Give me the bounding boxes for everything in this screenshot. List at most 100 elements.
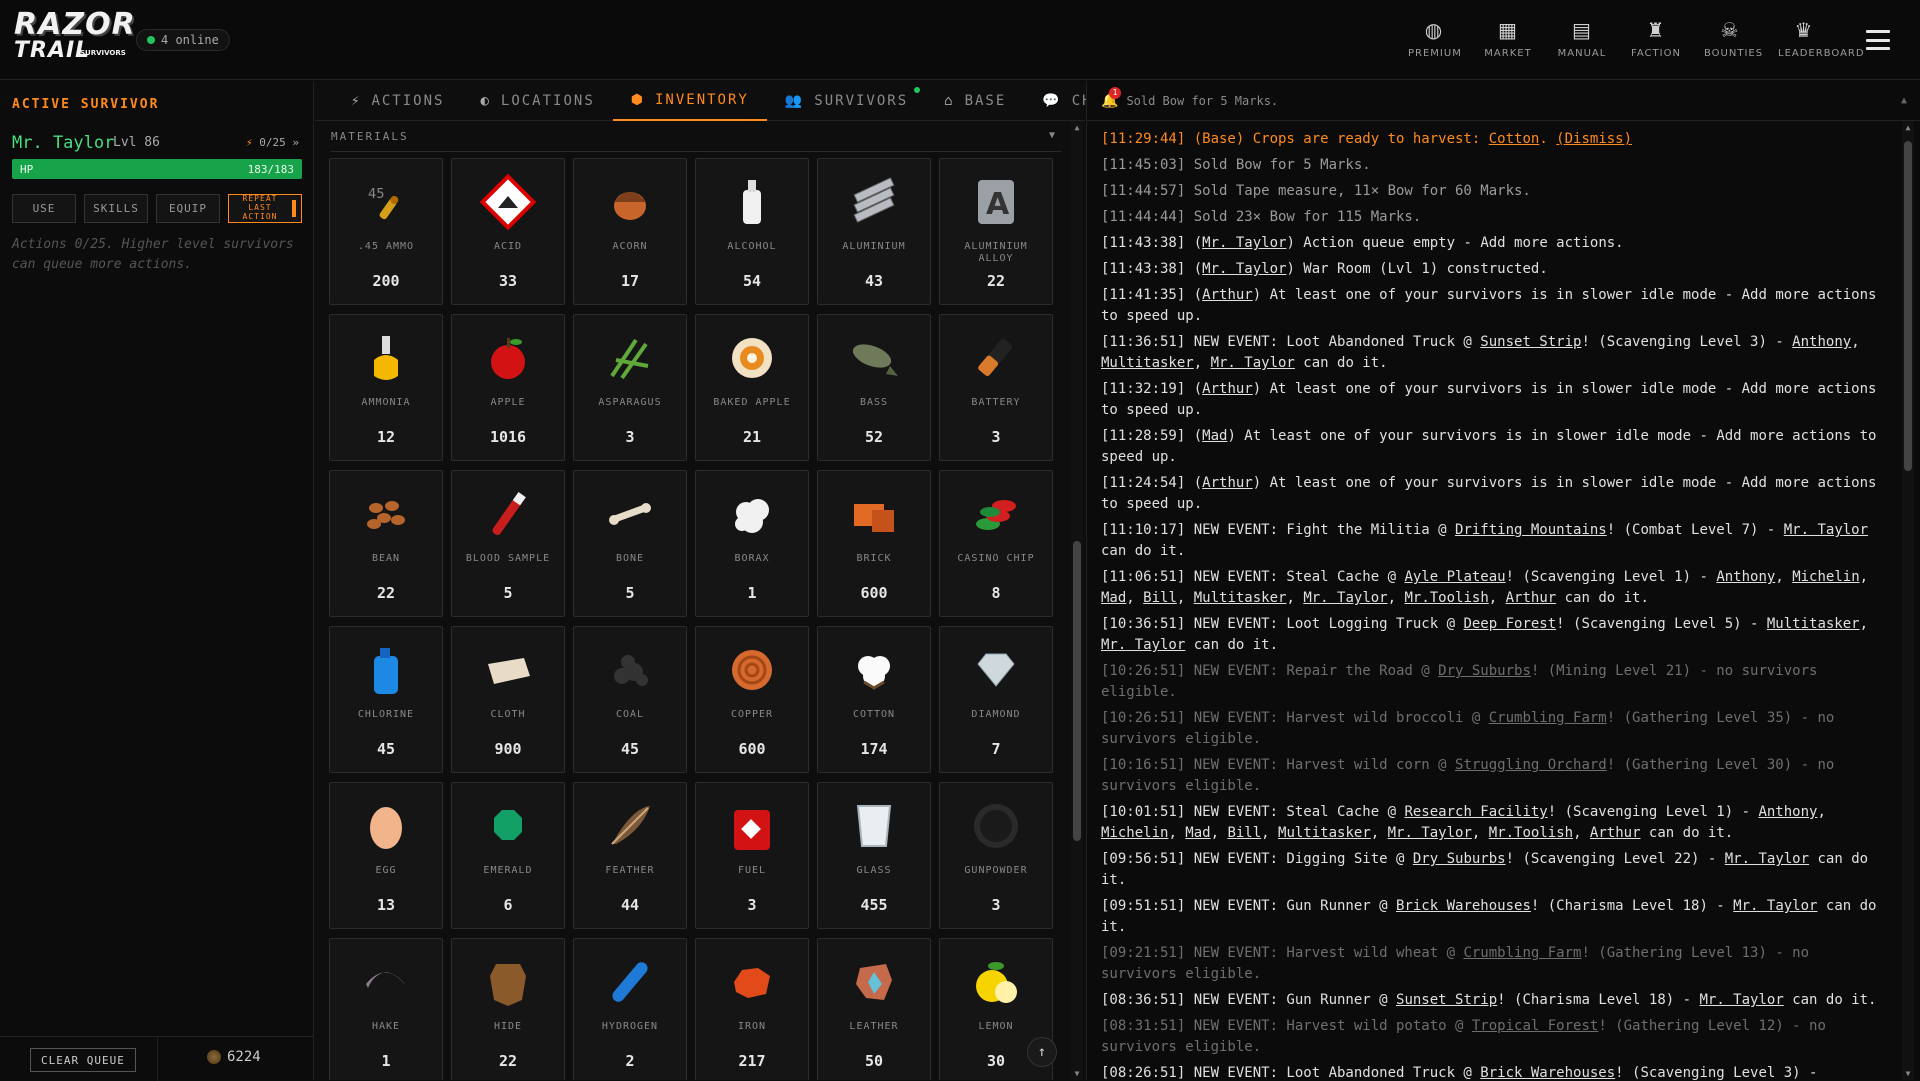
log-link[interactable]: Mad: [1101, 590, 1126, 606]
inventory-item[interactable]: BEAN 22: [329, 470, 443, 617]
inventory-item[interactable]: COTTON 174: [817, 626, 931, 773]
inventory-item[interactable]: CHLORINE 45: [329, 626, 443, 773]
log-link[interactable]: Anthony: [1716, 569, 1775, 585]
inventory-item[interactable]: BATTERY 3: [939, 314, 1053, 461]
log-link[interactable]: Multitasker: [1767, 616, 1860, 632]
inventory-item[interactable]: HIDE 22: [451, 938, 565, 1080]
inventory-item[interactable]: ACORN 17: [573, 158, 687, 305]
log-link[interactable]: Brick Warehouses: [1396, 898, 1531, 914]
inventory-item[interactable]: IRON 217: [695, 938, 809, 1080]
log-link[interactable]: Struggling Orchard: [1455, 757, 1607, 773]
inventory-item[interactable]: ASPARAGUS 3: [573, 314, 687, 461]
log-link[interactable]: Bill: [1227, 825, 1261, 841]
tab-locations[interactable]: ◐ LOCATIONS: [462, 81, 612, 121]
log-link[interactable]: Crumbling Farm: [1463, 945, 1581, 961]
log-link[interactable]: Research Facility: [1404, 804, 1547, 820]
inventory-item[interactable]: COPPER 600: [695, 626, 809, 773]
inventory-item[interactable]: BASS 52: [817, 314, 931, 461]
inventory-item[interactable]: GUNPOWDER 3: [939, 782, 1053, 929]
skills-button[interactable]: SKILLS: [84, 194, 148, 223]
inventory-item[interactable]: BORAX 1: [695, 470, 809, 617]
log-scroll-thumb[interactable]: [1904, 141, 1912, 471]
log-link[interactable]: Arthur: [1202, 287, 1253, 303]
inventory-item[interactable]: HYDROGEN 2: [573, 938, 687, 1080]
inventory-item[interactable]: ALUMINIUM 43: [817, 158, 931, 305]
inventory-item[interactable]: ALCOHOL 54: [695, 158, 809, 305]
inventory-item[interactable]: BLOOD SAMPLE 5: [451, 470, 565, 617]
inventory-item[interactable]: FUEL 3: [695, 782, 809, 929]
scroll-down-icon[interactable]: ▼: [1071, 1069, 1083, 1078]
log-link[interactable]: Mr. Taylor: [1211, 355, 1295, 371]
inventory-item[interactable]: CASINO CHIP 8: [939, 470, 1053, 617]
nav-premium[interactable]: ◍ PREMIUM: [1408, 18, 1461, 59]
log-link[interactable]: Mr.Toolish: [1404, 590, 1488, 606]
nav-bounties[interactable]: ☠ BOUNTIES: [1704, 18, 1762, 59]
inventory-item[interactable]: EGG 13: [329, 782, 443, 929]
materials-section-header[interactable]: MATERIALS ▼: [331, 130, 1061, 152]
log-link[interactable]: Multitasker: [1194, 590, 1287, 606]
inventory-item[interactable]: LEATHER 50: [817, 938, 931, 1080]
log-link[interactable]: Multitasker: [1101, 355, 1194, 371]
log-link[interactable]: Sunset Strip: [1396, 992, 1497, 1008]
log-link[interactable]: Dry Suburbs: [1438, 663, 1531, 679]
inventory-item[interactable]: A ALUMINIUM ALLOY 22: [939, 158, 1053, 305]
tab-inventory[interactable]: ⬢ INVENTORY: [612, 81, 767, 121]
equip-button[interactable]: EQUIP: [156, 194, 220, 223]
log-link[interactable]: (Dismiss): [1556, 131, 1632, 147]
bell-icon[interactable]: 🔔 1: [1101, 86, 1121, 109]
log-link[interactable]: Multitasker: [1278, 825, 1371, 841]
repeat-last-action-button[interactable]: REPEAT LAST ACTION: [228, 194, 302, 223]
nav-manual[interactable]: ▤ MANUAL: [1556, 18, 1608, 59]
tab-survivors[interactable]: 👥 SURVIVORS: [767, 81, 926, 121]
log-link[interactable]: Arthur: [1202, 381, 1253, 397]
notification-bar[interactable]: 🔔 1 Sold Bow for 5 Marks. ▲: [1087, 81, 1920, 121]
inventory-item[interactable]: COAL 45: [573, 626, 687, 773]
inventory-item[interactable]: BAKED APPLE 21: [695, 314, 809, 461]
log-link[interactable]: Mad: [1202, 428, 1227, 444]
log-link[interactable]: Deep Forest: [1463, 616, 1556, 632]
inventory-item[interactable]: DIAMOND 7: [939, 626, 1053, 773]
scroll-thumb[interactable]: [1073, 541, 1081, 841]
log-link[interactable]: Cotton: [1489, 131, 1540, 147]
log-link[interactable]: Tropical Forest: [1472, 1018, 1598, 1034]
log-scrollbar[interactable]: ▲ ▼: [1902, 121, 1914, 1080]
menu-icon[interactable]: [1866, 30, 1890, 50]
log-link[interactable]: Bill: [1143, 590, 1177, 606]
log-link[interactable]: Mr. Taylor: [1699, 992, 1783, 1008]
log-link[interactable]: Brick Warehouses: [1480, 1065, 1615, 1080]
log-link[interactable]: Arthur: [1506, 590, 1557, 606]
inventory-item[interactable]: HAKE 1: [329, 938, 443, 1080]
scroll-up-icon[interactable]: ▲: [1071, 123, 1083, 132]
log-link[interactable]: Mr. Taylor: [1388, 825, 1472, 841]
survivor-queue[interactable]: ⚡ 0/25 »: [246, 136, 299, 149]
inventory-item[interactable]: FEATHER 44: [573, 782, 687, 929]
tab-base[interactable]: ⌂ BASE: [926, 81, 1024, 121]
log-link[interactable]: Mr. Taylor: [1202, 235, 1286, 251]
inventory-item[interactable]: CLOTH 900: [451, 626, 565, 773]
log-link[interactable]: Mad: [1185, 825, 1210, 841]
clear-queue-button[interactable]: CLEAR QUEUE: [30, 1048, 136, 1072]
inventory-item[interactable]: BONE 5: [573, 470, 687, 617]
collapse-icon[interactable]: ▼: [1049, 130, 1061, 151]
log-link[interactable]: Michelin: [1792, 569, 1859, 585]
inventory-scrollbar[interactable]: ▲ ▼: [1071, 121, 1083, 1080]
scroll-top-button[interactable]: ↑: [1027, 1037, 1057, 1067]
log-link[interactable]: Michelin: [1101, 825, 1168, 841]
expand-icon[interactable]: ▲: [1901, 95, 1907, 106]
log-link[interactable]: Arthur: [1202, 475, 1253, 491]
log-link[interactable]: Dry Suburbs: [1413, 851, 1506, 867]
log-link[interactable]: Arthur: [1590, 825, 1641, 841]
inventory-item[interactable]: APPLE 1016: [451, 314, 565, 461]
log-link[interactable]: Mr. Taylor: [1303, 590, 1387, 606]
log-link[interactable]: Drifting Mountains: [1455, 522, 1607, 538]
log-scroll-down-icon[interactable]: ▼: [1902, 1069, 1914, 1078]
log-link[interactable]: Anthony: [1792, 334, 1851, 350]
nav-faction[interactable]: ♜ FACTION: [1630, 18, 1682, 59]
log-link[interactable]: Anthony: [1758, 804, 1817, 820]
logo[interactable]: RAZOR TRAIL SURVIVORS: [14, 10, 135, 68]
log-link[interactable]: Mr. Taylor: [1202, 261, 1286, 277]
nav-market[interactable]: ▦ MARKET: [1482, 18, 1534, 59]
log-link[interactable]: Crumbling Farm: [1489, 710, 1607, 726]
inventory-item[interactable]: ACID 33: [451, 158, 565, 305]
inventory-item[interactable]: AMMONIA 12: [329, 314, 443, 461]
